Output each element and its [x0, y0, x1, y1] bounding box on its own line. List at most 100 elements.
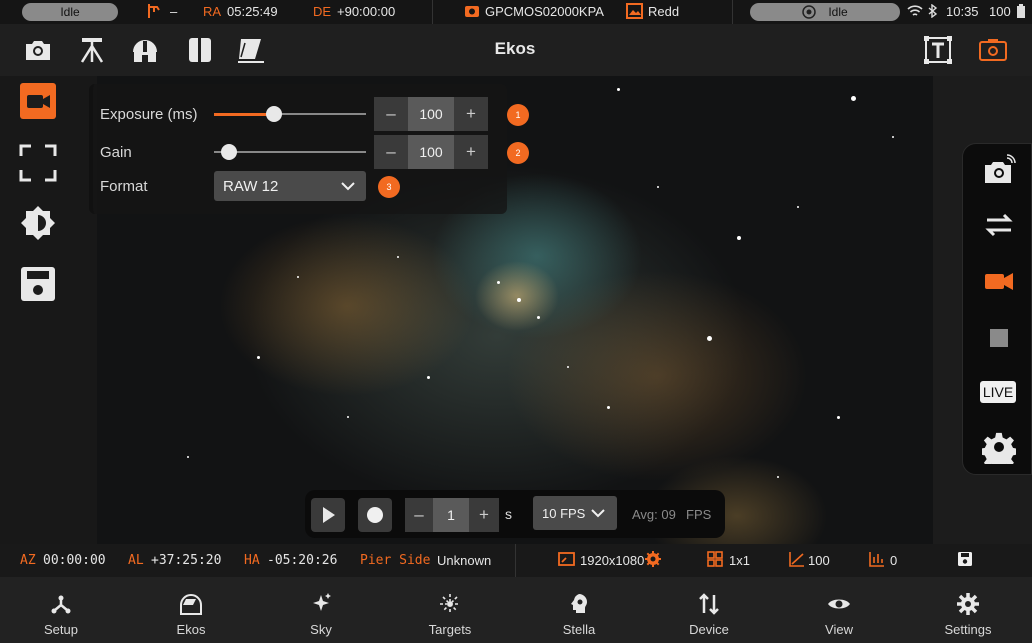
bottom-navigation: Setup Ekos Sky Targets Stella Device Vie…	[0, 577, 1032, 643]
camera-preview-icon[interactable]	[977, 34, 1009, 66]
gain-badge: 2	[507, 142, 529, 164]
resolution-icon	[558, 551, 575, 570]
save-settings-icon[interactable]	[957, 551, 973, 570]
nav-stella[interactable]: Stella	[514, 577, 644, 643]
left-status-text: Idle	[60, 5, 80, 19]
duration-unit: s	[505, 506, 512, 522]
sky-icon	[308, 591, 334, 617]
duration-increment-button[interactable]: +	[469, 498, 499, 532]
gain-stepper: – 100 +	[374, 135, 488, 169]
top-toolbar: Ekos	[0, 24, 1032, 76]
ekos-icon	[178, 591, 204, 617]
gain-slider-knob[interactable]	[221, 144, 237, 160]
nav-ekos[interactable]: Ekos	[126, 577, 256, 643]
duration-stepper: – 1 +	[405, 498, 499, 532]
exposure-slider-knob[interactable]	[266, 106, 282, 122]
bluetooth-icon	[928, 3, 938, 21]
device-icon	[696, 591, 722, 617]
camera-icon[interactable]	[22, 34, 54, 66]
fps-select[interactable]: 10 FPS	[533, 496, 617, 530]
duration-decrement-button[interactable]: –	[405, 498, 433, 532]
nav-settings-label: Settings	[944, 622, 992, 637]
nav-view-label: View	[825, 622, 853, 637]
nav-targets-label: Targets	[428, 622, 472, 637]
exposure-badge: 1	[507, 104, 529, 126]
video-record-icon[interactable]	[982, 264, 1016, 298]
settings-icon	[955, 591, 981, 617]
mount-icon	[147, 3, 161, 22]
right-status-text: Idle	[828, 5, 848, 19]
exposure-label: Exposure (ms)	[100, 106, 198, 123]
save-icon[interactable]	[19, 265, 57, 303]
gain-label: Gain	[100, 144, 132, 161]
play-button[interactable]	[311, 498, 345, 532]
battery-level: 100	[989, 4, 1011, 19]
gain-status-value: 100	[808, 553, 830, 568]
right-action-panel: LIVE	[962, 143, 1032, 475]
gain-increment-button[interactable]: +	[454, 135, 488, 169]
nav-setup[interactable]: Setup	[0, 577, 126, 643]
nav-setup-label: Setup	[44, 622, 78, 637]
exposure-increment-button[interactable]: +	[454, 97, 488, 131]
al-value: +37:25:20	[151, 553, 222, 568]
live-label: LIVE	[980, 381, 1016, 403]
setup-icon	[48, 591, 74, 617]
text-overlay-icon[interactable]	[922, 34, 954, 66]
gear-icon[interactable]	[980, 430, 1018, 471]
view-icon	[826, 591, 852, 617]
nav-sky[interactable]: Sky	[256, 577, 386, 643]
status-bar: Idle – RA 05:25:49 DE +90:00:00 GPCMOS02…	[0, 0, 1032, 24]
record-button[interactable]	[358, 498, 392, 532]
resolution-settings-icon[interactable]	[645, 551, 661, 570]
ra-label: RA	[203, 4, 222, 19]
duration-value[interactable]: 1	[433, 498, 469, 532]
targets-icon	[437, 591, 463, 617]
format-select[interactable]: RAW 12	[214, 171, 366, 201]
gain-level-icon	[789, 551, 805, 570]
fullscreen-icon[interactable]	[19, 144, 57, 182]
fps-select-value: 10 FPS	[542, 505, 586, 521]
right-status-pill[interactable]: Idle	[750, 3, 900, 21]
camera-name: GPCMOS02000KPA	[485, 4, 604, 19]
filter-wheel-icon[interactable]	[184, 34, 216, 66]
exposure-value[interactable]: 100	[408, 97, 454, 131]
ha-value: -05:20:26	[267, 553, 338, 568]
gain-value[interactable]: 100	[408, 135, 454, 169]
stop-icon[interactable]	[982, 321, 1016, 355]
binning-icon	[707, 551, 723, 570]
nav-device[interactable]: Device	[644, 577, 774, 643]
chevron-down-icon	[591, 509, 605, 518]
resolution-value: 1920x1080	[580, 553, 645, 568]
camera-status-icon	[464, 3, 480, 22]
loop-icon[interactable]	[982, 208, 1016, 242]
flat-field-icon[interactable]	[235, 34, 267, 66]
video-mode-icon[interactable]	[19, 82, 57, 120]
camera-settings-panel: Exposure (ms) – 100 + 1 Gain – 100 + 2 F…	[89, 84, 529, 214]
play-icon	[323, 507, 335, 523]
format-value: RAW 12	[223, 177, 279, 195]
live-button[interactable]: LIVE	[980, 376, 1018, 410]
al-label: AL	[128, 553, 144, 568]
gallery-icon	[626, 3, 643, 22]
nav-view[interactable]: View	[774, 577, 904, 643]
gallery-label: Redd	[648, 4, 680, 19]
capture-camera-icon[interactable]	[982, 154, 1016, 188]
left-status-pill[interactable]: Idle	[22, 3, 118, 21]
observatory-dome-icon[interactable]	[129, 34, 161, 66]
nav-ekos-label: Ekos	[176, 622, 206, 637]
format-badge: 3	[378, 176, 400, 198]
target-icon	[802, 5, 817, 19]
stella-icon	[566, 591, 592, 617]
nav-sky-label: Sky	[310, 622, 332, 637]
gain-decrement-button[interactable]: –	[374, 135, 408, 169]
nav-settings[interactable]: Settings	[903, 577, 1032, 643]
capture-control-bar: – 1 + s 10 FPS Avg: 09 FPS	[305, 490, 725, 538]
brightness-icon[interactable]	[19, 204, 57, 242]
nav-stella-label: Stella	[562, 622, 596, 637]
avg-fps-unit: FPS	[686, 507, 712, 522]
ha-label: HA	[244, 553, 260, 568]
exposure-decrement-button[interactable]: –	[374, 97, 408, 131]
mount-tripod-icon[interactable]	[76, 34, 108, 66]
nav-targets[interactable]: Targets	[385, 577, 515, 643]
exposure-stepper: – 100 +	[374, 97, 488, 131]
